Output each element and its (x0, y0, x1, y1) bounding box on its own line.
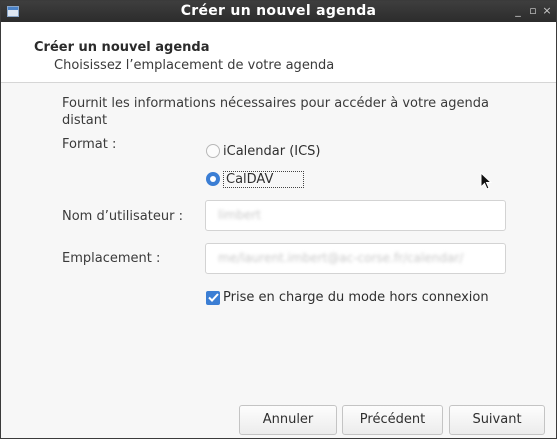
username-label: Nom d’utilisateur : (62, 209, 183, 224)
window-title: Créer un nouvel agenda (180, 3, 377, 19)
previous-button[interactable]: Précédent (342, 405, 443, 435)
location-label: Emplacement : (62, 251, 161, 266)
checkmark-icon (207, 293, 219, 302)
radio-caldav-label[interactable]: CalDAV (223, 170, 305, 188)
wizard-header: Créer un nouvel agenda Choisissez l’empl… (1, 22, 556, 83)
next-button[interactable]: Suivant (449, 405, 545, 435)
format-option-caldav[interactable]: CalDAV (206, 169, 305, 189)
maximize-button[interactable]: ▫ (527, 4, 539, 18)
page-subtitle: Choisissez l’emplacement de votre agenda (54, 58, 335, 73)
username-field[interactable]: limbert (205, 200, 506, 231)
offline-option[interactable]: Prise en charge du mode hors connexion (206, 290, 489, 305)
mouse-pointer-icon (480, 172, 493, 190)
intro-text: Fournit les informations nécessaires pou… (62, 96, 489, 128)
title-bar[interactable]: Créer un nouvel agenda _ ▫ × (1, 1, 556, 22)
location-value: me/laurent.imbert@ac-corse.fr/calendar/ (218, 251, 464, 265)
offline-label[interactable]: Prise en charge du mode hors connexion (223, 290, 489, 305)
location-field[interactable]: me/laurent.imbert@ac-corse.fr/calendar/ (205, 243, 506, 274)
radio-icalendar-label[interactable]: iCalendar (ICS) (223, 144, 321, 159)
page-title: Créer un nouvel agenda (34, 40, 210, 55)
close-button[interactable]: × (541, 4, 553, 18)
radio-caldav[interactable] (206, 172, 220, 186)
radio-icalendar[interactable] (206, 144, 220, 158)
offline-checkbox[interactable] (206, 290, 220, 305)
format-option-icalendar[interactable]: iCalendar (ICS) (206, 141, 321, 161)
username-value: limbert (218, 208, 261, 222)
dialog-window: Créer un nouvel agenda _ ▫ × Créer un no… (0, 0, 557, 439)
minimize-button[interactable]: _ (512, 4, 524, 18)
format-label: Format : (62, 137, 117, 152)
cancel-button[interactable]: Annuler (239, 405, 337, 435)
